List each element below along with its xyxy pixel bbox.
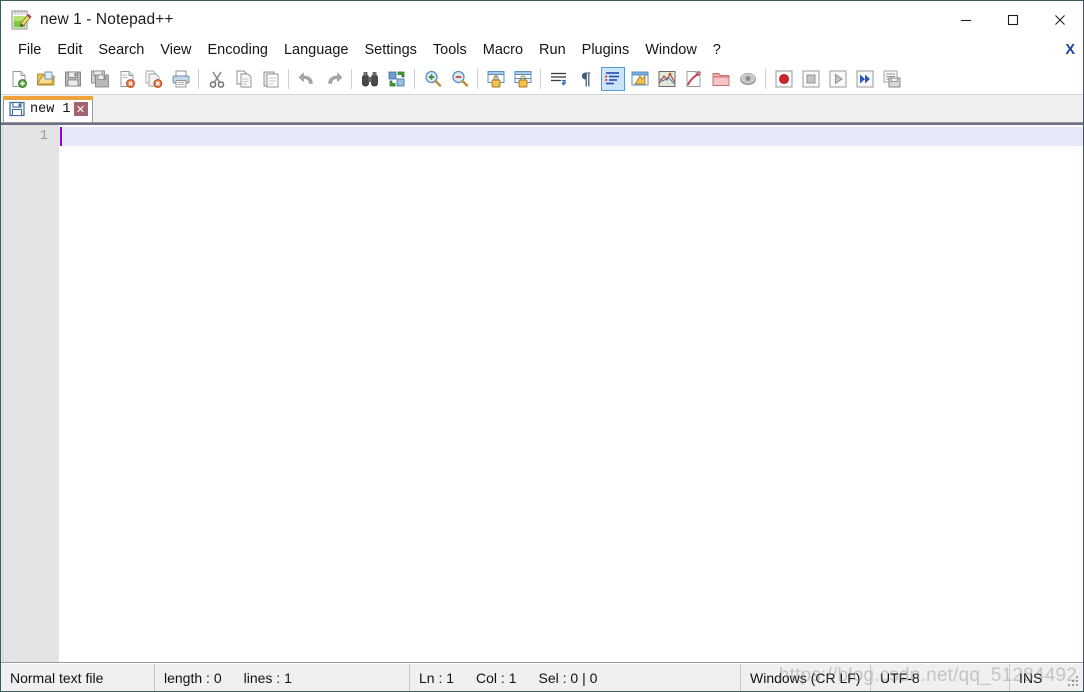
word-wrap-icon[interactable]	[547, 67, 571, 91]
function-list-icon[interactable]	[682, 67, 706, 91]
status-file-type[interactable]: Normal text file	[1, 664, 155, 691]
zoom-out-icon[interactable]	[448, 67, 472, 91]
close-all-documents-icon[interactable]	[142, 67, 166, 91]
toolbar: ¶	[1, 64, 1083, 95]
new-file-icon[interactable]	[7, 67, 31, 91]
close-document-icon[interactable]	[115, 67, 139, 91]
zoom-in-icon[interactable]	[421, 67, 445, 91]
tab-close-button[interactable]: ✕	[73, 102, 88, 116]
line-number: 1	[39, 129, 48, 144]
minimize-button[interactable]	[942, 2, 989, 38]
macro-play-icon[interactable]	[826, 67, 850, 91]
menu-search[interactable]: Search	[90, 39, 152, 63]
redo-icon[interactable]	[322, 67, 346, 91]
find-binoculars-icon[interactable]	[358, 67, 382, 91]
menu-help[interactable]: ?	[705, 39, 729, 63]
close-document-x-button[interactable]: X	[1065, 42, 1075, 59]
text-editor[interactable]	[59, 125, 1083, 662]
macro-record-icon[interactable]	[772, 67, 796, 91]
document-map-icon[interactable]	[655, 67, 679, 91]
status-encoding[interactable]: UTF-8	[871, 664, 1010, 691]
tab-label: new 1	[30, 101, 71, 117]
copy-icon[interactable]	[232, 67, 256, 91]
menu-tools[interactable]: Tools	[425, 39, 475, 63]
text-caret	[60, 127, 62, 146]
status-bar: Normal text file length : 0 lines : 1 Ln…	[1, 663, 1083, 691]
status-col: Col : 1	[476, 669, 517, 686]
menu-encoding[interactable]: Encoding	[200, 39, 276, 63]
status-lines: lines : 1	[243, 669, 292, 686]
menu-edit[interactable]: Edit	[49, 39, 90, 63]
monitoring-icon[interactable]	[736, 67, 760, 91]
save-icon[interactable]	[61, 67, 85, 91]
menu-plugins[interactable]: Plugins	[574, 39, 638, 63]
menu-macro[interactable]: Macro	[475, 39, 531, 63]
window-title: new 1 - Notepad++	[40, 10, 174, 28]
macro-run-multiple-icon[interactable]	[853, 67, 877, 91]
toolbar-separator	[540, 69, 541, 89]
resize-grip[interactable]	[1068, 676, 1080, 688]
menu-window[interactable]: Window	[637, 39, 705, 63]
status-sel: Sel : 0 | 0	[538, 669, 598, 686]
status-eol-format[interactable]: Windows (CR LF)	[741, 664, 871, 691]
notepad-plus-plus-icon	[10, 9, 32, 31]
maximize-button[interactable]	[989, 2, 1036, 38]
show-symbol-pilcrow-icon[interactable]: ¶	[574, 67, 598, 91]
editor-area: 1	[1, 123, 1083, 663]
save-floppy-blue-icon	[9, 101, 25, 117]
sync-horizontal-scroll-icon[interactable]	[511, 67, 535, 91]
toolbar-separator	[765, 69, 766, 89]
menu-settings[interactable]: Settings	[356, 39, 424, 63]
menu-file[interactable]: File	[10, 39, 49, 63]
macro-save-icon[interactable]	[880, 67, 904, 91]
menu-view[interactable]: View	[152, 39, 199, 63]
open-folder-icon[interactable]	[34, 67, 58, 91]
user-defined-dialog-icon[interactable]	[628, 67, 652, 91]
svg-text:¶: ¶	[580, 70, 591, 89]
menu-bar: File Edit Search View Encoding Language …	[1, 38, 1083, 64]
status-ln: Ln : 1	[419, 669, 455, 686]
replace-icon[interactable]	[385, 67, 409, 91]
show-indent-guide-icon[interactable]	[600, 67, 625, 91]
cut-scissors-icon[interactable]	[205, 67, 229, 91]
macro-stop-icon[interactable]	[799, 67, 823, 91]
notepad-plus-plus-window: new 1 - Notepad++ File Edit Search View …	[0, 0, 1084, 692]
undo-icon[interactable]	[295, 67, 319, 91]
paste-icon[interactable]	[259, 67, 283, 91]
toolbar-separator	[351, 69, 352, 89]
current-line[interactable]	[59, 127, 1083, 146]
close-window-button[interactable]	[1036, 2, 1083, 38]
status-length-lines: length : 0 lines : 1	[155, 664, 410, 691]
tab-new-1[interactable]: new 1 ✕	[3, 96, 93, 122]
menu-language[interactable]: Language	[276, 39, 357, 63]
status-length: length : 0	[164, 669, 222, 686]
line-number-gutter: 1	[5, 125, 59, 662]
print-icon[interactable]	[169, 67, 193, 91]
status-caret-position: Ln : 1 Col : 1 Sel : 0 | 0	[410, 664, 741, 691]
window-controls	[942, 1, 1083, 38]
toolbar-separator	[414, 69, 415, 89]
folder-as-workspace-icon[interactable]	[709, 67, 733, 91]
menu-run[interactable]: Run	[531, 39, 574, 63]
toolbar-separator	[198, 69, 199, 89]
toolbar-separator	[477, 69, 478, 89]
sync-vertical-scroll-icon[interactable]	[484, 67, 508, 91]
title-bar: new 1 - Notepad++	[1, 1, 1083, 38]
save-all-icon[interactable]	[88, 67, 112, 91]
tab-bar: new 1 ✕	[1, 95, 1083, 123]
toolbar-separator	[288, 69, 289, 89]
